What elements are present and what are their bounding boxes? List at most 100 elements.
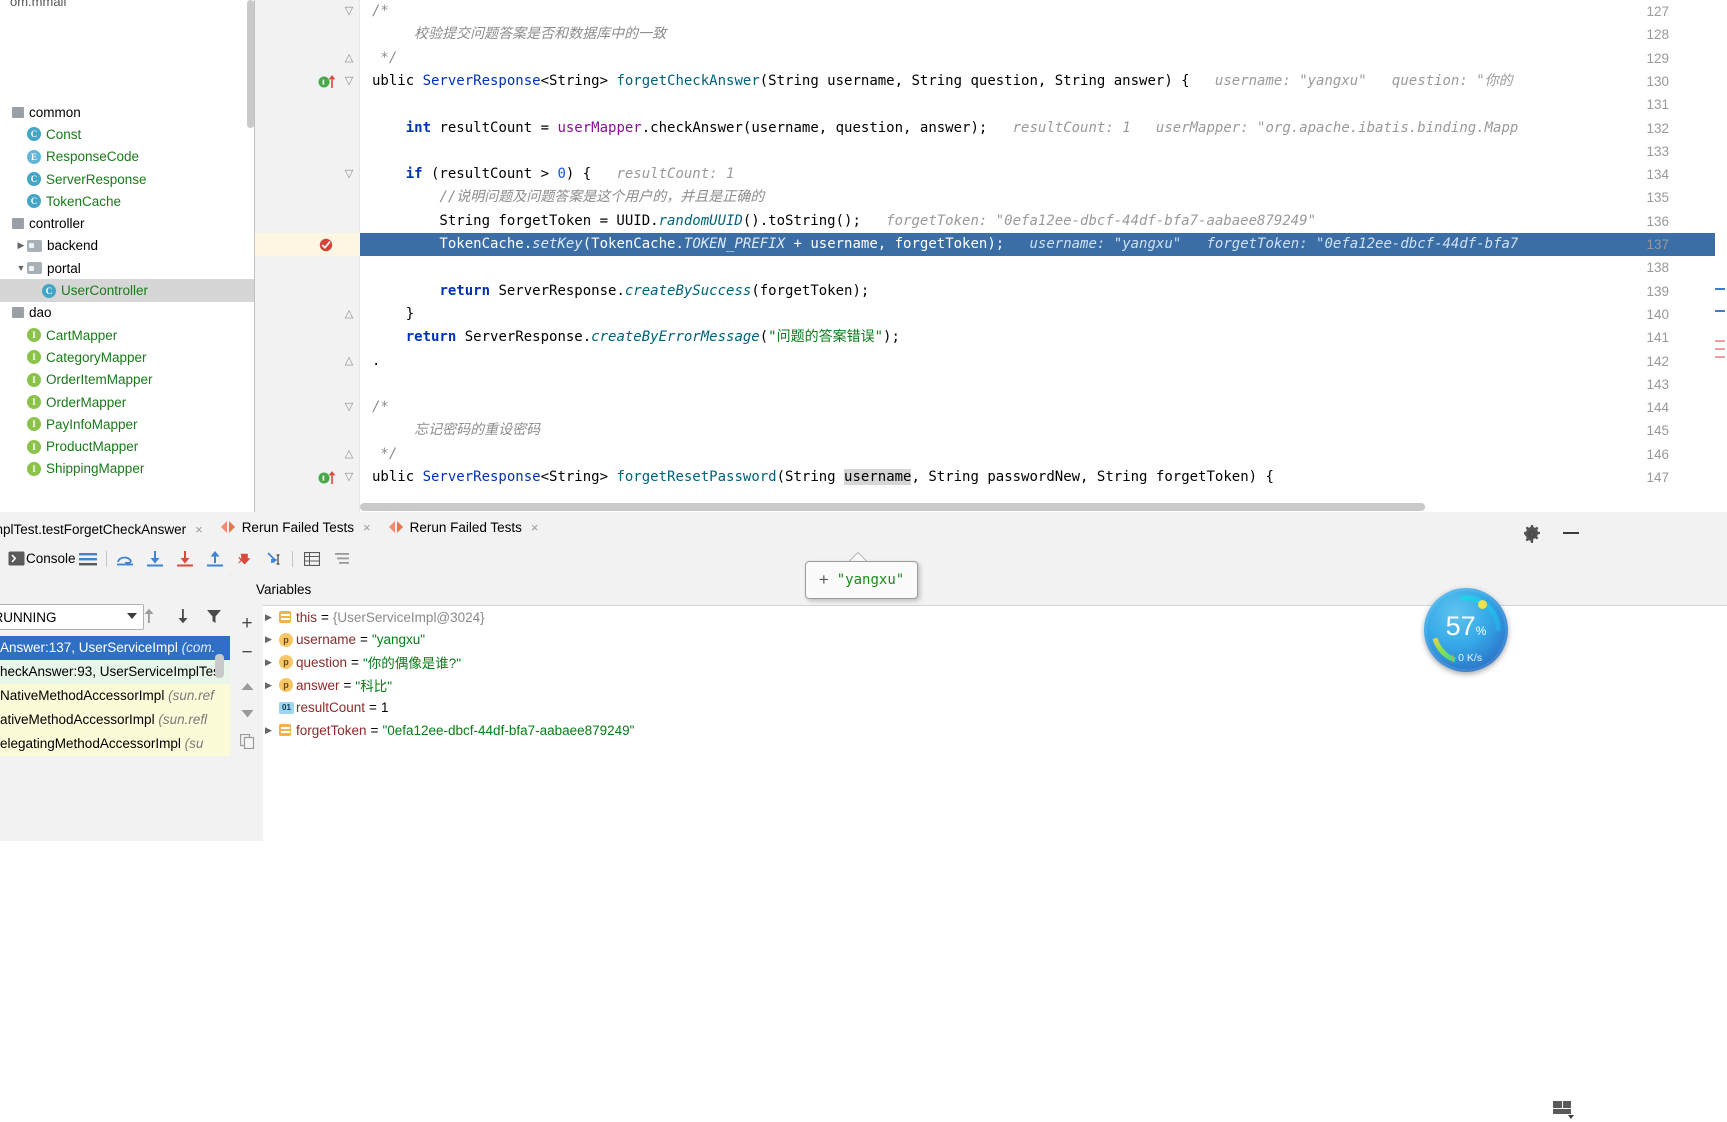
step-over-icon[interactable] bbox=[113, 547, 137, 570]
close-icon[interactable]: × bbox=[195, 522, 203, 537]
tree-item-usercontroller[interactable]: C UserController bbox=[0, 279, 255, 302]
run-breakpoint-icon[interactable] bbox=[318, 74, 340, 90]
drop-frame-icon[interactable]: ✕ bbox=[233, 547, 257, 570]
code-fold-icon[interactable]: ▽ bbox=[343, 74, 355, 87]
variable-row[interactable]: ▶ forgetToken = "0efa12ee-dbcf-44df-bfa7-aa… bbox=[231, 719, 1727, 742]
code-fold-icon[interactable]: △ bbox=[343, 447, 355, 460]
frames-up-icon[interactable] bbox=[142, 608, 156, 627]
code-line[interactable]: TokenCache.setKey(TokenCache.TOKEN_PREFI… bbox=[360, 233, 1727, 256]
chevron-down-icon[interactable] bbox=[127, 613, 137, 619]
stack-frame-4[interactable]: elegatingMethodAccessorImpl (su bbox=[0, 732, 230, 756]
tree-item-shippingmapper[interactable]: I ShippingMapper bbox=[0, 458, 255, 480]
tree-expand-icon[interactable]: ▶ bbox=[15, 240, 27, 251]
layout-settings-icon[interactable] bbox=[1553, 1101, 1575, 1119]
expand-triangle-icon[interactable]: ▶ bbox=[265, 725, 279, 736]
editor-marker-bar[interactable] bbox=[1715, 0, 1727, 512]
code-line[interactable]: /* bbox=[360, 396, 1727, 419]
editor-hscrollbar[interactable] bbox=[360, 503, 1425, 511]
code-line[interactable]: return ServerResponse.createByErrorMessa… bbox=[360, 326, 1727, 349]
tree-item-orderitemmapper[interactable]: I OrderItemMapper bbox=[0, 369, 255, 391]
code-fold-icon[interactable]: ▽ bbox=[343, 470, 355, 483]
stack-frame-0[interactable]: Answer:137, UserServiceImpl (com. bbox=[0, 636, 230, 660]
tree-item-serverresponse[interactable]: C ServerResponse bbox=[0, 168, 255, 190]
add-watch-icon[interactable]: + bbox=[237, 613, 257, 634]
tree-expand-icon[interactable]: ▼ bbox=[15, 263, 27, 273]
code-fold-icon[interactable]: ▽ bbox=[343, 167, 355, 180]
code-line[interactable]: return ServerResponse.createBySuccess(fo… bbox=[360, 280, 1727, 303]
code-line[interactable] bbox=[360, 93, 1727, 116]
copy-icon[interactable] bbox=[237, 731, 257, 751]
stack-frame-2[interactable]: NativeMethodAccessorImpl (sun.ref bbox=[0, 684, 230, 708]
value-tooltip[interactable]: + "yangxu" bbox=[805, 561, 918, 599]
show-as-table-icon[interactable] bbox=[300, 547, 324, 570]
run-tab-1[interactable]: Rerun Failed Tests × bbox=[212, 512, 380, 543]
code-editor[interactable]: 127 ▽/* 128 校验提交问题答案是否和数据库中的一致 129 △ */130 ▽ u… bbox=[255, 0, 1727, 512]
code-line[interactable]: if (resultCount > 0) { resultCount: 1 bbox=[360, 163, 1727, 186]
project-tool-window[interactable]: om.mmall common C Const E ResponseCode C Serve… bbox=[0, 0, 255, 512]
variable-row[interactable]: ▶ p answer = "科比" bbox=[231, 674, 1727, 697]
step-out-icon[interactable] bbox=[203, 547, 227, 570]
code-line[interactable]: */ bbox=[360, 47, 1727, 70]
thread-selector[interactable]: i...": RUNNING bbox=[0, 604, 144, 630]
variable-row[interactable]: 01 resultCount = 1 bbox=[231, 696, 1727, 719]
expand-triangle-icon[interactable]: ▶ bbox=[265, 657, 279, 668]
step-into-icon[interactable] bbox=[143, 547, 167, 570]
code-line[interactable]: String forgetToken = UUID.randomUUID().t… bbox=[360, 210, 1727, 233]
tree-item-backend[interactable]: ▶ backend bbox=[0, 235, 255, 257]
tree-item-responsecode[interactable]: E ResponseCode bbox=[0, 146, 255, 168]
stack-frame-3[interactable]: ativeMethodAccessorImpl (sun.refl bbox=[0, 708, 230, 732]
project-scrollbar-thumb[interactable] bbox=[247, 0, 254, 128]
expand-triangle-icon[interactable]: ▶ bbox=[265, 680, 279, 691]
close-icon[interactable]: × bbox=[363, 520, 371, 535]
tree-item-portal[interactable]: ▼ portal bbox=[0, 257, 255, 279]
run-tab-2[interactable]: Rerun Failed Tests × bbox=[380, 512, 548, 543]
code-line[interactable]: /* bbox=[360, 0, 1727, 23]
code-fold-icon[interactable]: ▽ bbox=[343, 400, 355, 413]
force-step-into-icon[interactable] bbox=[173, 547, 197, 570]
stack-frame-1[interactable]: heckAnswer:93, UserServiceImplTes bbox=[0, 660, 230, 684]
tree-item-productmapper[interactable]: I ProductMapper bbox=[0, 435, 255, 457]
frames-list[interactable]: Answer:137, UserServiceImpl (com. heckAns… bbox=[0, 636, 230, 756]
code-line[interactable]: 忘记密码的重设密码 bbox=[360, 419, 1727, 442]
variables-side-toolbar[interactable]: + − bbox=[231, 605, 263, 841]
mute-breakpoints-icon[interactable] bbox=[330, 547, 354, 570]
expand-triangle-icon[interactable]: ▶ bbox=[265, 634, 279, 645]
code-line[interactable]: ublic ServerResponse<String> forgetCheck… bbox=[360, 70, 1727, 93]
move-down-icon[interactable] bbox=[237, 703, 257, 723]
tree-item-ordermapper[interactable]: I OrderMapper bbox=[0, 391, 255, 413]
console-label[interactable]: Console bbox=[26, 551, 76, 566]
frames-panel[interactable]: i...": RUNNING Answer:137, UserServiceIm… bbox=[0, 574, 230, 841]
tree-item-cartmapper[interactable]: I CartMapper bbox=[0, 324, 255, 346]
console-toggle-icon[interactable] bbox=[4, 547, 28, 570]
run-breakpoint-icon[interactable] bbox=[318, 470, 340, 486]
code-line[interactable]: int resultCount = userMapper.checkAnswer… bbox=[360, 117, 1727, 140]
code-line[interactable] bbox=[360, 256, 1727, 279]
code-fold-icon[interactable]: ▽ bbox=[343, 4, 355, 17]
move-up-icon[interactable] bbox=[237, 677, 257, 697]
code-fold-icon[interactable]: △ bbox=[343, 51, 355, 64]
code-line[interactable]: //说明问题及问题答案是这个用户的，并且是正确的 bbox=[360, 186, 1727, 209]
code-line[interactable]: ublic ServerResponse<String> forgetReset… bbox=[360, 466, 1727, 489]
tree-item-controller[interactable]: controller bbox=[0, 212, 255, 234]
code-line[interactable]: } bbox=[360, 303, 1727, 326]
tree-item-payinfomapper[interactable]: I PayInfoMapper bbox=[0, 413, 255, 435]
frames-scrollbar-thumb[interactable] bbox=[215, 654, 224, 678]
remove-watch-icon[interactable]: − bbox=[237, 642, 257, 663]
tree-item-dao[interactable]: dao bbox=[0, 302, 255, 324]
tree-item-const[interactable]: C Const bbox=[0, 123, 255, 145]
code-line[interactable]: . bbox=[360, 350, 1727, 373]
project-tree[interactable]: common C Const E ResponseCode C ServerResponse… bbox=[0, 101, 255, 480]
settings-gear-icon[interactable] bbox=[1522, 524, 1542, 544]
breakpoint-hit-icon[interactable] bbox=[318, 237, 340, 253]
close-icon[interactable]: × bbox=[531, 520, 539, 535]
run-to-cursor-icon[interactable] bbox=[263, 547, 287, 570]
code-line[interactable] bbox=[360, 373, 1727, 396]
layout-lines-icon[interactable] bbox=[76, 547, 100, 570]
minimize-icon[interactable] bbox=[1563, 532, 1579, 534]
frames-down-icon[interactable] bbox=[176, 608, 190, 627]
performance-widget[interactable]: 57% ↑ 0 K/s bbox=[1424, 588, 1508, 672]
code-line[interactable] bbox=[360, 140, 1727, 163]
code-fold-icon[interactable]: △ bbox=[343, 354, 355, 367]
tree-item-common[interactable]: common bbox=[0, 101, 255, 123]
code-line[interactable]: */ bbox=[360, 443, 1727, 466]
